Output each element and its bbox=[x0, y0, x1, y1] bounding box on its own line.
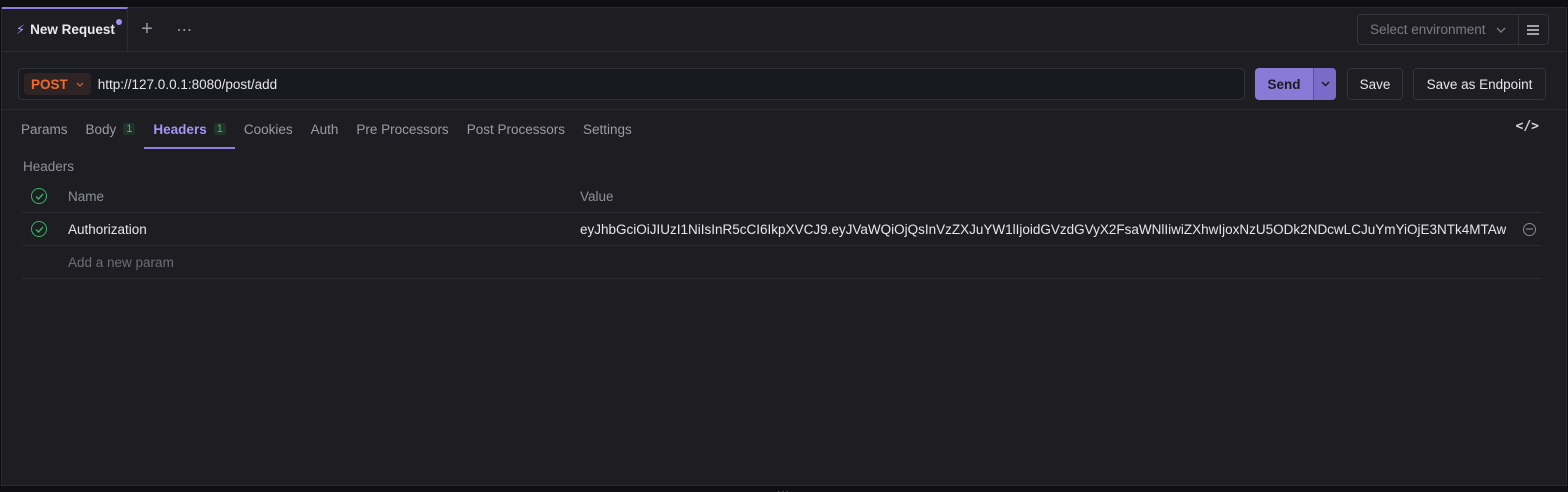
environment-select[interactable]: Select environment bbox=[1357, 14, 1519, 45]
tab-label: Post Processors bbox=[466, 121, 565, 137]
request-panel: ⚡ New Request + ⋯ Select environment POS… bbox=[1, 6, 1567, 492]
column-header-name: Name bbox=[68, 188, 105, 204]
url-input[interactable] bbox=[97, 76, 1244, 92]
request-subtabs: Params Body 1 Headers 1 Cookies Auth Pre P… bbox=[12, 109, 641, 149]
environment-placeholder: Select environment bbox=[1370, 22, 1486, 37]
header-name-field[interactable]: Authorization bbox=[68, 222, 147, 237]
save-button[interactable]: Save bbox=[1347, 68, 1403, 100]
chevron-down-icon bbox=[1496, 24, 1506, 36]
code-icon[interactable]: </> bbox=[1516, 119, 1539, 134]
tab-params[interactable]: Params bbox=[12, 109, 77, 149]
tab-label: Settings bbox=[582, 121, 632, 137]
tab-settings[interactable]: Settings bbox=[574, 109, 641, 149]
save-as-endpoint-button[interactable]: Save as Endpoint bbox=[1413, 68, 1546, 100]
tab-pre-processors[interactable]: Pre Processors bbox=[347, 109, 457, 149]
select-all-checkbox[interactable] bbox=[31, 188, 47, 204]
row-enabled-checkbox[interactable] bbox=[31, 221, 47, 237]
url-bar: POST bbox=[18, 68, 1245, 100]
section-title: Headers bbox=[23, 159, 75, 174]
hamburger-menu-icon[interactable] bbox=[1518, 14, 1549, 45]
tab-label: Pre Processors bbox=[356, 121, 449, 137]
table-row: Authorization eyJhbGciOiJIUzI1NiIsInR5cC… bbox=[22, 213, 1542, 246]
tab-post-processors[interactable]: Post Processors bbox=[458, 109, 574, 149]
method-label: POST bbox=[31, 76, 68, 92]
tab-label: Headers bbox=[153, 121, 207, 137]
send-button[interactable]: Send bbox=[1255, 68, 1313, 100]
resize-handle-icon[interactable]: ··· bbox=[777, 486, 790, 492]
column-header-value: Value bbox=[580, 188, 614, 204]
tab-label: Cookies bbox=[243, 121, 293, 137]
table-header-row: Name Value bbox=[22, 180, 1542, 213]
headers-table: Name Value Authorization eyJhbGciOiJIUzI… bbox=[22, 180, 1542, 279]
chevron-down-icon bbox=[76, 79, 84, 89]
send-options-button[interactable] bbox=[1313, 68, 1336, 100]
tab-bar: ⚡ New Request + ⋯ Select environment bbox=[2, 6, 1566, 52]
tab-label: Params bbox=[21, 121, 68, 137]
add-param-row: Add a new param bbox=[22, 246, 1542, 279]
tab-body[interactable]: Body 1 bbox=[77, 109, 145, 149]
tab-auth[interactable]: Auth bbox=[302, 109, 348, 149]
count-badge: 1 bbox=[123, 123, 136, 135]
unsaved-dot-icon bbox=[115, 18, 122, 25]
tab-headers[interactable]: Headers 1 bbox=[144, 109, 236, 149]
method-select[interactable]: POST bbox=[24, 73, 91, 95]
tab-label: Auth bbox=[310, 121, 339, 137]
header-value-field[interactable]: eyJhbGciOiJIUzI1NiIsInR5cCI6IkpXVCJ9.eyJ… bbox=[580, 222, 1506, 237]
remove-row-icon[interactable] bbox=[1523, 222, 1536, 236]
lightning-icon: ⚡ bbox=[16, 21, 26, 37]
more-icon[interactable]: ⋯ bbox=[166, 8, 204, 52]
tab-title: New Request bbox=[30, 22, 115, 37]
new-tab-button[interactable]: + bbox=[128, 8, 166, 52]
add-param-input[interactable]: Add a new param bbox=[68, 255, 174, 270]
tab-cookies[interactable]: Cookies bbox=[235, 109, 302, 149]
tab-label: Body bbox=[85, 121, 117, 137]
count-badge: 1 bbox=[213, 123, 226, 135]
chevron-down-icon bbox=[1320, 81, 1330, 87]
tab-new-request[interactable]: ⚡ New Request bbox=[2, 6, 128, 51]
